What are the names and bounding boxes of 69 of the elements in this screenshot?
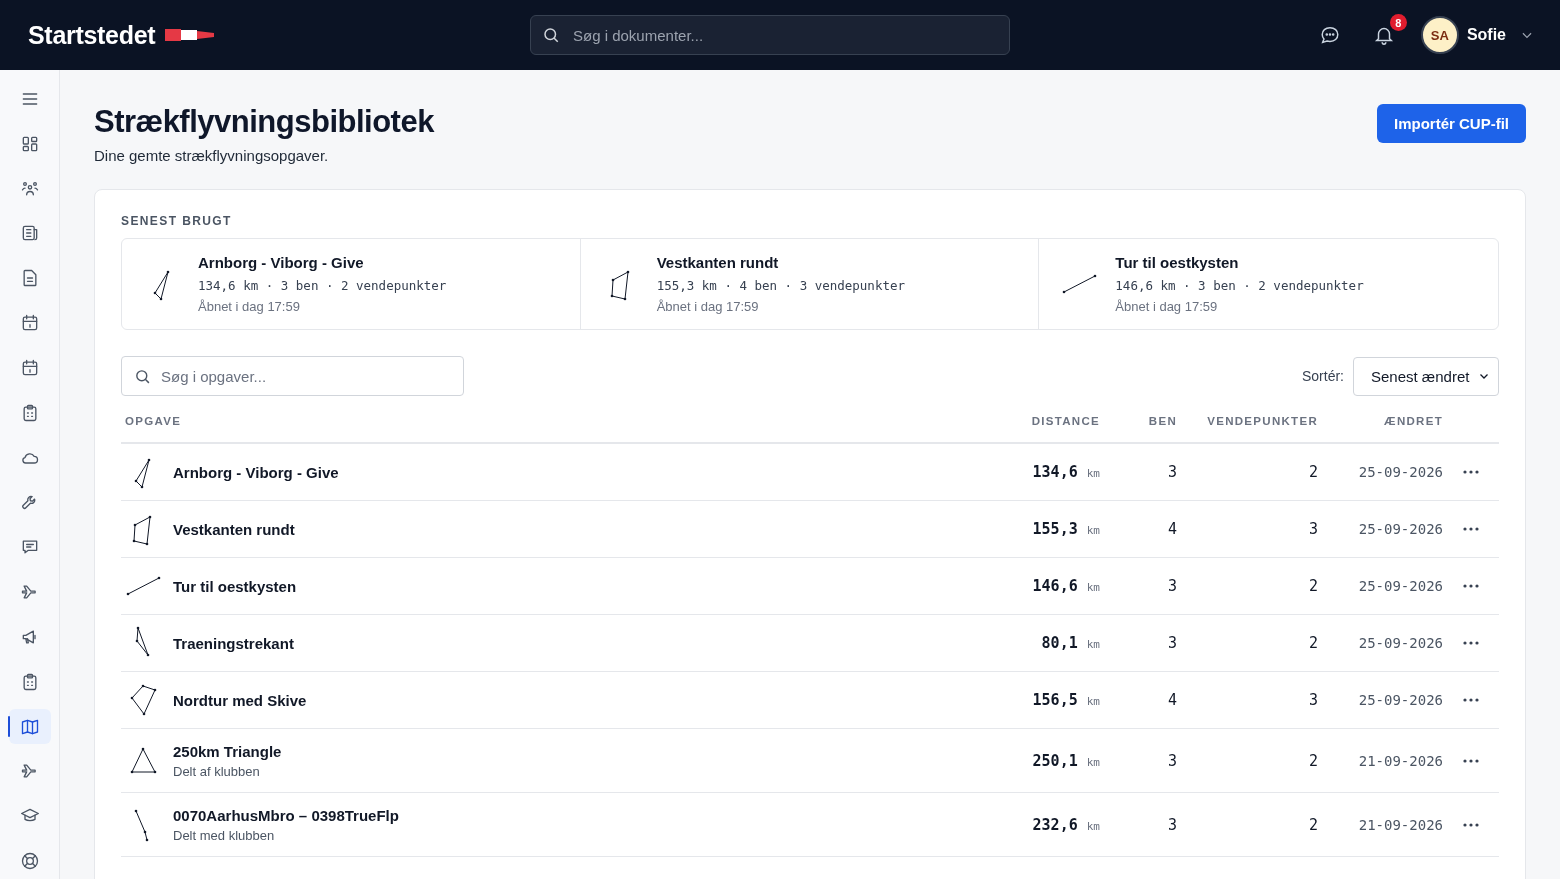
- date-cell: 21-09-2026: [1358, 816, 1443, 833]
- user-menu[interactable]: SA Sofie: [1420, 16, 1534, 54]
- recent-task-card[interactable]: Arnborg - Viborg - Give 134,6 km · 3 ben · 2 vendepunkter Åbnet i dag 17:59: [122, 239, 581, 329]
- turnpoints-cell: 2: [1308, 463, 1318, 481]
- task-name[interactable]: Traeningstrekant: [173, 634, 294, 652]
- recent-task-card[interactable]: Tur til oestkysten 146,6 km · 3 ben · 2 vendepunkter Åbnet i dag 17:59: [1039, 239, 1498, 329]
- task-name: Vestkanten rundt: [656, 254, 780, 271]
- import-button[interactable]: Importér CUP-fil: [1377, 104, 1526, 143]
- windsock-icon: [165, 29, 216, 41]
- share-note: Delt af klubben: [173, 763, 260, 779]
- task-name[interactable]: Arnborg - Viborg - Give: [173, 463, 339, 481]
- turnpoints-cell: 2: [1308, 815, 1318, 834]
- sort-label: Sortér:: [1302, 368, 1344, 384]
- date-cell: 25-09-2026: [1358, 635, 1443, 651]
- task-stats: 146,6 km · 3 ben · 2 vendepunkter: [1115, 278, 1364, 293]
- share-note: Delt med klubben: [173, 827, 275, 843]
- column-header: DISTANCE: [1031, 415, 1100, 427]
- opened-time: Åbnet i dag 17:59: [1115, 299, 1219, 314]
- date-cell: 25-09-2026: [1358, 521, 1443, 537]
- page-subtitle: Dine gemte strækflyvningsopgaver.: [94, 147, 330, 164]
- section-heading: SENEST BRUGT: [121, 214, 233, 228]
- user-avatar: SA: [1420, 16, 1459, 54]
- legs-cell: 3: [1167, 815, 1177, 834]
- task-stats: 134,6 km · 3 ben · 2 vendepunkter: [198, 278, 447, 293]
- page-title: Strækflyvningsbibliotek: [94, 103, 434, 141]
- column-header: VENDEPUNKTER: [1207, 415, 1318, 427]
- column-header: ÆNDRET: [1384, 415, 1443, 427]
- distance-cell: 80,1 km: [1041, 634, 1100, 652]
- legs-cell: 3: [1167, 634, 1177, 652]
- date-cell: 25-09-2026: [1358, 692, 1443, 708]
- distance-cell: 156,5 km: [1032, 691, 1100, 709]
- task-name: Arnborg - Viborg - Give: [198, 254, 365, 271]
- map-icon[interactable]: [8, 708, 51, 745]
- distance-cell: 250,1 km: [1032, 751, 1100, 770]
- opened-time: Åbnet i dag 17:59: [656, 299, 760, 314]
- column-header: OPGAVE: [124, 415, 182, 427]
- app-logo[interactable]: Startstedet: [28, 20, 156, 50]
- distance-cell: 232,6 km: [1032, 815, 1100, 834]
- turnpoints-cell: 3: [1308, 691, 1318, 709]
- legs-cell: 4: [1167, 520, 1177, 538]
- task-name[interactable]: Vestkanten rundt: [173, 520, 295, 538]
- sort-dropdown[interactable]: Senest ændret: [1353, 356, 1499, 396]
- date-cell: 21-09-2026: [1358, 752, 1443, 769]
- recent-task-card[interactable]: Vestkanten rundt 155,3 km · 4 ben · 3 vendepunkter Åbnet i dag 17:59: [580, 239, 1040, 329]
- legs-cell: 3: [1167, 577, 1177, 595]
- distance-cell: 155,3 km: [1032, 520, 1100, 538]
- legs-cell: 3: [1167, 463, 1177, 481]
- opened-time: Åbnet i dag 17:59: [198, 299, 301, 314]
- turnpoints-cell: 2: [1308, 751, 1318, 770]
- turnpoints-cell: 2: [1308, 577, 1318, 595]
- task-name[interactable]: Nordtur med Skive: [173, 691, 307, 709]
- turnpoints-cell: 3: [1308, 520, 1318, 538]
- task-name: Tur til oestkysten: [1115, 254, 1240, 271]
- task-stats: 155,3 km · 4 ben · 3 vendepunkter: [656, 278, 905, 293]
- task-name[interactable]: 0070AarhusMbro – 0398TrueFlp: [173, 806, 399, 824]
- legs-cell: 4: [1167, 691, 1177, 709]
- distance-cell: 146,6 km: [1032, 577, 1100, 595]
- date-cell: 25-09-2026: [1358, 464, 1443, 480]
- column-header: BEN: [1148, 415, 1177, 427]
- turnpoints-cell: 2: [1308, 634, 1318, 652]
- chat-icon[interactable]: [1318, 24, 1341, 46]
- document-search-field[interactable]: Søg i dokumenter...: [530, 15, 1010, 55]
- legs-cell: 3: [1167, 751, 1177, 770]
- date-cell: 25-09-2026: [1358, 578, 1443, 594]
- distance-cell: 134,6 km: [1032, 463, 1100, 481]
- task-name[interactable]: Tur til oestkysten: [173, 577, 297, 595]
- task-name[interactable]: 250km Triangle: [173, 742, 282, 760]
- task-search-field[interactable]: Søg i opgaver...: [121, 356, 464, 396]
- notification-badge: 8: [1389, 14, 1407, 31]
